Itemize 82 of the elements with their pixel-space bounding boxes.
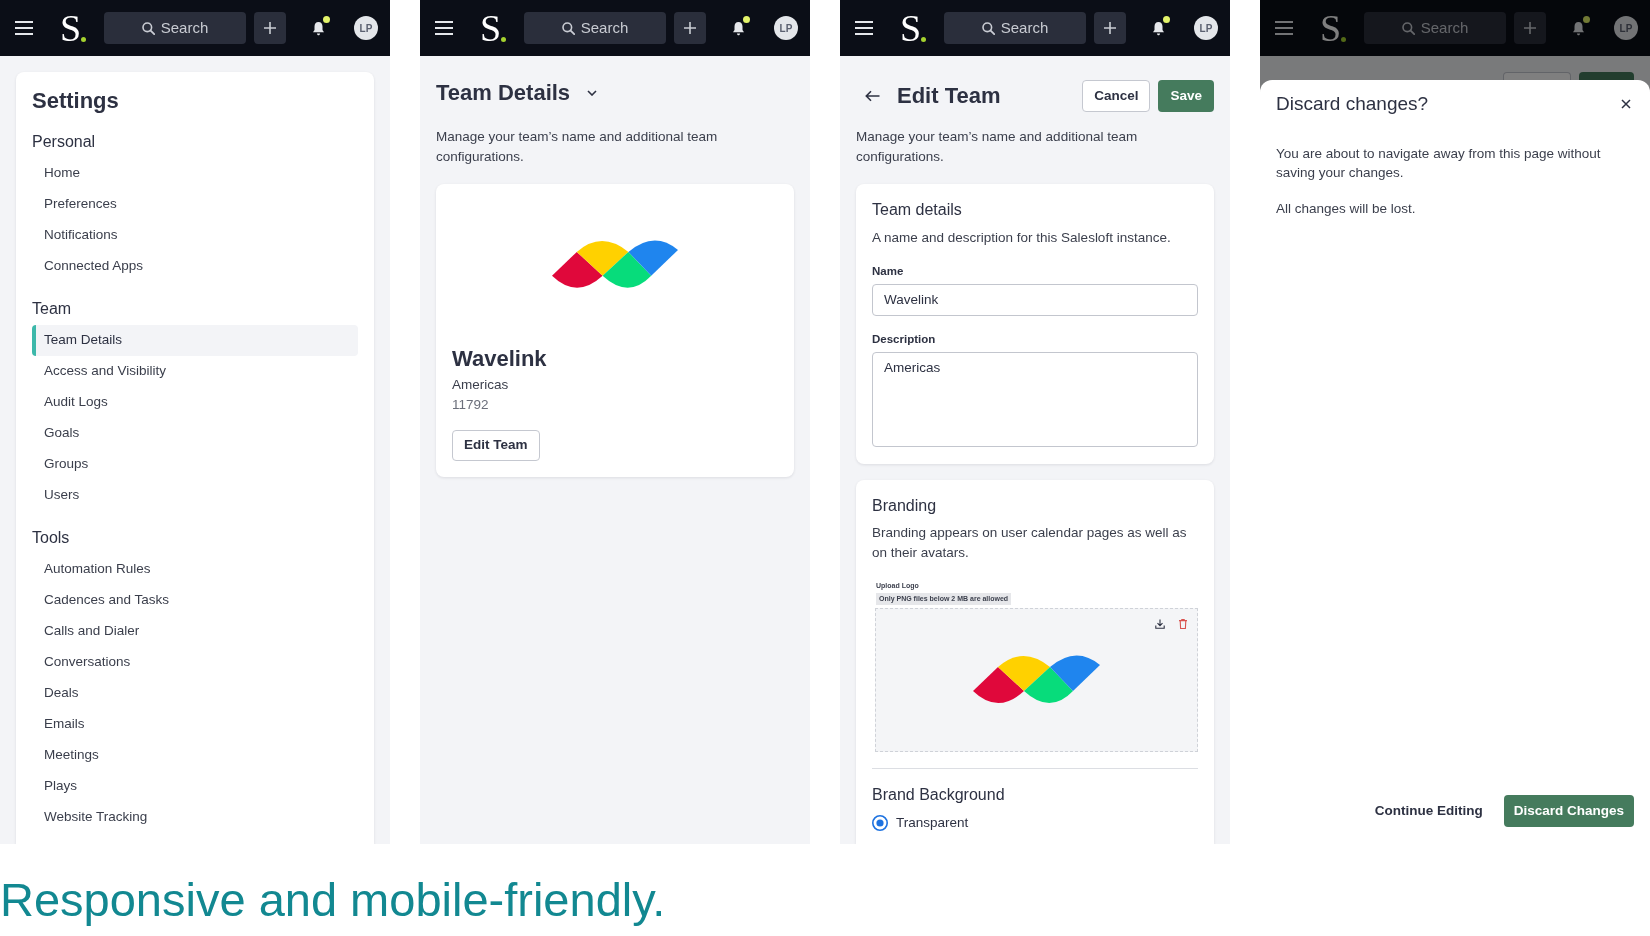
page-title: Edit Team — [897, 82, 1001, 110]
plus-icon — [684, 22, 696, 34]
section-heading: Brand Background — [872, 785, 1006, 805]
trash-icon[interactable] — [1179, 619, 1187, 629]
logo-letter: S — [480, 11, 502, 45]
nav-item[interactable]: Notifications — [32, 220, 358, 251]
search-button[interactable]: Search — [104, 12, 246, 44]
bell-icon[interactable] — [312, 20, 325, 36]
nav-item[interactable]: Team Details — [32, 325, 358, 356]
nav-item[interactable]: Deals — [32, 678, 358, 709]
logo-letter: S — [1320, 11, 1342, 45]
nav-item[interactable]: Users — [32, 480, 358, 511]
team-region: Americas — [452, 375, 510, 394]
search-icon — [141, 21, 155, 35]
edit-team-button[interactable]: Edit Team — [452, 429, 540, 461]
bell-icon[interactable] — [1152, 20, 1165, 36]
plus-icon — [1104, 22, 1116, 34]
team-name: Wavelink — [452, 344, 548, 373]
continue-button[interactable]: Continue Editing — [1368, 795, 1489, 827]
page-title: Team Details — [436, 79, 571, 107]
radio-icon[interactable] — [872, 815, 888, 831]
search-icon — [561, 21, 575, 35]
textarea-input[interactable]: Americas — [872, 352, 1198, 447]
add-button[interactable] — [254, 12, 286, 44]
nav-item[interactable]: Cadences and Tasks — [32, 585, 358, 616]
card-description: A name and description for this Salesloft instance. — [872, 229, 1172, 247]
save-button[interactable]: Save — [1158, 80, 1214, 112]
user-avatar[interactable]: LP — [354, 16, 378, 40]
page-description: Manage your team’s name and additional team configurations. — [436, 128, 719, 166]
dialog-message: You are about to navigate away from this page without saving your changes. — [1276, 145, 1602, 182]
nav-item[interactable]: Automation Rules — [32, 554, 358, 585]
nav-item[interactable]: Goals — [32, 418, 358, 449]
nav-item[interactable]: Conversations — [32, 647, 358, 678]
menu-icon[interactable] — [855, 21, 873, 35]
logo-letter: S — [900, 11, 922, 45]
nav-item[interactable]: Website Tracking — [32, 802, 358, 833]
search-icon — [981, 21, 995, 35]
discard-button[interactable]: Discard Changes — [1503, 795, 1634, 827]
user-avatar[interactable]: LP — [774, 16, 798, 40]
nav-item[interactable]: Audit Logs — [32, 387, 358, 418]
team-id: 11792 — [452, 395, 490, 414]
plus-icon — [264, 22, 276, 34]
user-avatar[interactable]: LP — [1194, 16, 1218, 40]
nav-item[interactable]: Calls and Dialer — [32, 616, 358, 647]
search-button[interactable]: Search — [944, 12, 1086, 44]
add-button[interactable] — [1094, 12, 1126, 44]
field-label: Description — [872, 332, 937, 347]
card-description: Branding appears on user calendar pages as well as on their avatars. — [872, 524, 1188, 562]
nav-item[interactable]: Connected Apps — [32, 251, 358, 282]
upload-dropzone[interactable] — [875, 608, 1198, 752]
nav-item[interactable]: Emails — [32, 709, 358, 740]
menu-icon[interactable] — [435, 21, 453, 35]
plus-icon — [1524, 22, 1536, 34]
nav-item[interactable]: Groups — [32, 449, 358, 480]
card-title: Team details — [872, 200, 963, 220]
logo-letter: S — [60, 11, 82, 45]
radio-label: Transparent — [896, 815, 969, 831]
nav-item[interactable]: Preferences — [32, 189, 358, 220]
close-icon[interactable] — [1621, 99, 1631, 109]
download-icon[interactable] — [1155, 619, 1165, 629]
section-heading: Tools — [32, 528, 71, 548]
field-label: Name — [872, 264, 905, 279]
nav-item[interactable]: Plays — [32, 771, 358, 802]
text-input[interactable]: Wavelink — [872, 284, 1198, 316]
search-icon — [1401, 21, 1415, 35]
section-heading: Personal — [32, 132, 97, 152]
back-arrow-icon[interactable] — [865, 90, 880, 102]
nav-item[interactable]: Meetings — [32, 740, 358, 771]
bell-icon[interactable] — [732, 20, 745, 36]
dialog-message: All changes will be lost. — [1276, 200, 1417, 218]
section-heading: Team — [32, 299, 73, 319]
chevron-down-icon[interactable] — [587, 90, 598, 96]
page-description: Manage your team’s name and additional team configurations. — [856, 128, 1139, 166]
menu-icon[interactable] — [15, 21, 33, 35]
dialog-title: Discard changes? — [1276, 92, 1429, 116]
add-button[interactable] — [674, 12, 706, 44]
page-title: Settings — [32, 87, 120, 115]
search-button[interactable]: Search — [524, 12, 666, 44]
nav-item[interactable]: Access and Visibility — [32, 356, 358, 387]
nav-item[interactable]: Home — [32, 158, 358, 189]
cancel-button[interactable]: Cancel — [1082, 80, 1151, 112]
card-title: Branding — [872, 496, 938, 516]
